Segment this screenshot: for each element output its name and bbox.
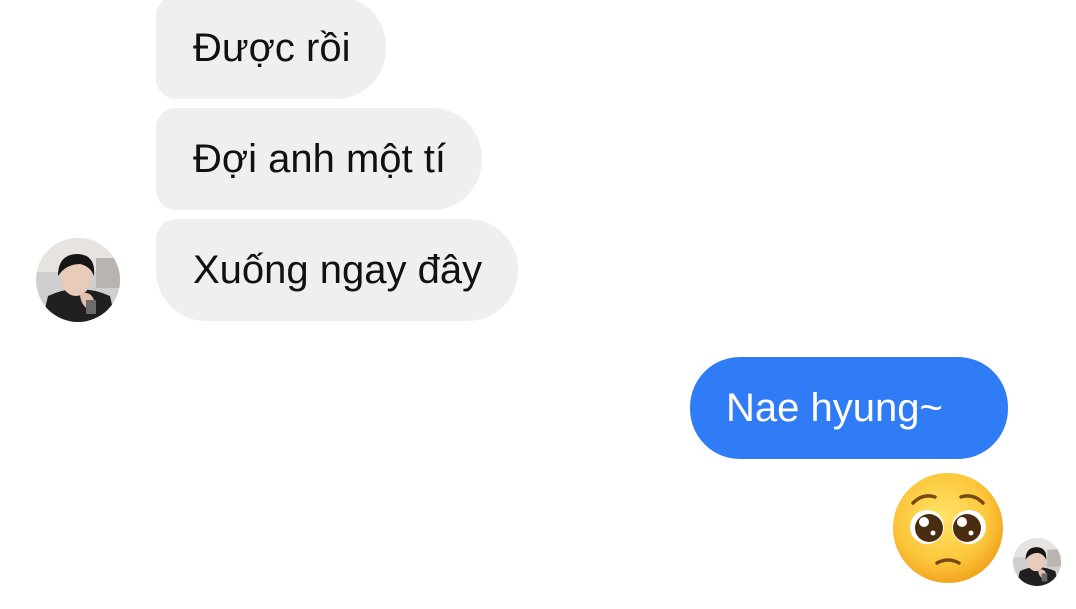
outgoing-message-bubble[interactable]: Nae hyung~ [690,357,1008,459]
message-text: Được rồi [193,25,351,70]
message-text: Xuống ngay đây [193,248,483,292]
pleading-face-emoji-icon[interactable] [891,471,1005,585]
avatar-photo-icon [36,238,120,322]
incoming-message-bubble[interactable]: Đợi anh một tí [156,108,482,210]
avatar-photo-icon [1013,538,1061,586]
incoming-message-bubble[interactable]: Được rồi [156,0,387,99]
seen-indicator-avatar [1013,538,1061,586]
contact-avatar[interactable] [36,238,120,322]
message-text: Nae hyung~ [726,386,943,430]
message-text: Đợi anh một tí [193,137,446,181]
incoming-message-bubble[interactable]: Xuống ngay đây [156,219,519,321]
